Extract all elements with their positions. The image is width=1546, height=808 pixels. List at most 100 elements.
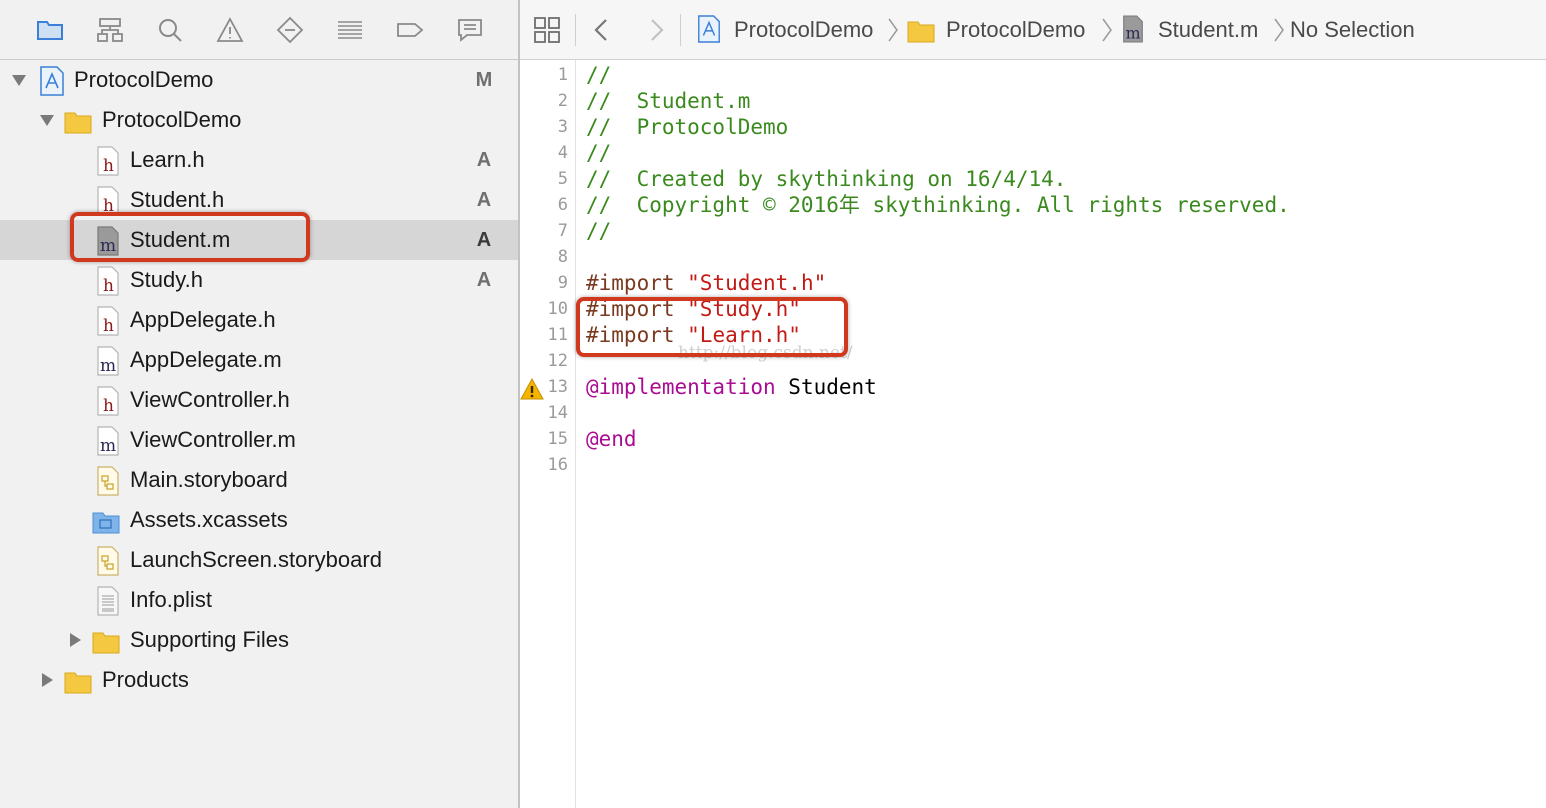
tree-row-study-h[interactable]: h Study.h A xyxy=(0,260,518,300)
tree-item-label: Student.m xyxy=(130,227,231,252)
related-items-grid-icon[interactable] xyxy=(532,15,562,45)
tree-item-label: Assets.xcassets xyxy=(130,507,288,532)
tree-row-assets[interactable]: Assets.xcassets xyxy=(0,500,518,540)
tree-row-products[interactable]: Products xyxy=(0,660,518,700)
tree-item-label: LaunchScreen.storyboard xyxy=(130,547,382,572)
tree-row-viewcontroller-m[interactable]: m ViewController.m xyxy=(0,420,518,460)
tree-item-label: AppDelegate.m xyxy=(130,347,282,372)
tree-row-supporting-files[interactable]: Supporting Files xyxy=(0,620,518,660)
line-number: 7 xyxy=(557,221,568,241)
forward-chevron-icon[interactable] xyxy=(644,16,668,44)
line-number: 10 xyxy=(547,299,568,319)
line-number: 4 xyxy=(557,143,568,163)
scm-status-badge: A xyxy=(476,189,492,211)
back-chevron-icon[interactable] xyxy=(590,16,614,44)
breadcrumb-separator-icon xyxy=(1100,16,1114,44)
tree-row-info-plist[interactable]: Info.plist xyxy=(0,580,518,620)
code-token: // xyxy=(586,141,612,165)
tree-row-student-m[interactable]: m Student.m A xyxy=(0,220,518,260)
project-navigator: ProtocolDemo M ProtocolDemo h Learn.h A … xyxy=(0,0,518,808)
storyboard-file-icon xyxy=(94,546,122,576)
implementation-file-icon: m xyxy=(94,426,122,456)
xcode-project-icon xyxy=(38,66,66,96)
tree-row-student-h[interactable]: h Student.h A xyxy=(0,180,518,220)
code-token: @implementation xyxy=(586,375,776,399)
code-line: // xyxy=(586,218,611,244)
line-number: 12 xyxy=(547,351,568,371)
tree-row-appdelegate-h[interactable]: h AppDelegate.h xyxy=(0,300,518,340)
warning-icon[interactable] xyxy=(520,377,544,400)
svg-text:h: h xyxy=(103,196,114,216)
asset-catalog-icon xyxy=(92,506,120,536)
scm-status-badge: A xyxy=(476,229,492,251)
breadcrumb-group[interactable]: ProtocolDemo xyxy=(946,16,1085,44)
line-number: 15 xyxy=(547,429,568,449)
code-token: // xyxy=(586,219,612,243)
tree-row-group-protocoldemo[interactable]: ProtocolDemo xyxy=(0,100,518,140)
folder-icon xyxy=(64,106,92,136)
navigator-toolbar xyxy=(0,0,518,60)
code-line: // ProtocolDemo xyxy=(586,114,788,140)
breakpoint-diamond-icon[interactable] xyxy=(274,14,306,46)
disclosure-closed-icon[interactable] xyxy=(66,631,84,649)
code-line: #import "Student.h" xyxy=(586,270,826,296)
line-number: 5 xyxy=(557,169,568,189)
hierarchy-icon[interactable] xyxy=(94,14,126,46)
tree-row-viewcontroller-h[interactable]: h ViewController.h xyxy=(0,380,518,420)
svg-text:h: h xyxy=(103,316,114,336)
tree-item-label: Supporting Files xyxy=(130,627,289,652)
tree-item-label: AppDelegate.h xyxy=(130,307,276,332)
code-token: #import xyxy=(586,271,688,295)
code-text-area[interactable]: //// Student.m// ProtocolDemo//// Create… xyxy=(586,60,1536,808)
folder-icon xyxy=(906,15,936,45)
storyboard-file-icon xyxy=(94,466,122,496)
code-token: Student xyxy=(775,375,877,399)
tree-row-launchscreen[interactable]: LaunchScreen.storyboard xyxy=(0,540,518,580)
tag-icon[interactable] xyxy=(394,14,426,46)
list-icon[interactable] xyxy=(334,14,366,46)
header-file-icon: h xyxy=(94,146,122,176)
tree-item-label: Student.h xyxy=(130,187,225,212)
folder-icon[interactable] xyxy=(34,14,66,46)
line-number-gutter: 1 2 3 4 5 6 7 8 9 10 11 12 13 14 15 16 xyxy=(520,60,576,808)
code-token: // ProtocolDemo xyxy=(586,115,789,139)
svg-text:m: m xyxy=(100,436,116,456)
warning-icon[interactable] xyxy=(214,14,246,46)
line-number: 2 xyxy=(557,91,568,111)
source-editor: ProtocolDemo ProtocolDemo m Student.m No… xyxy=(520,0,1546,808)
code-token: "Student.h" xyxy=(687,271,827,295)
code-token: // Copyright © 2016年 skythinking. All ri… xyxy=(586,193,1290,217)
svg-text:h: h xyxy=(103,396,114,416)
disclosure-open-icon[interactable] xyxy=(10,71,28,89)
tree-row-main-storyboard[interactable]: Main.storyboard xyxy=(0,460,518,500)
breadcrumb-file[interactable]: Student.m xyxy=(1158,16,1258,44)
separator xyxy=(680,14,681,46)
code-line: // xyxy=(586,62,611,88)
breadcrumb-symbol[interactable]: No Selection xyxy=(1290,16,1415,44)
header-file-icon: h xyxy=(94,386,122,416)
breadcrumb-separator-icon xyxy=(1272,16,1286,44)
code-line: // xyxy=(586,140,611,166)
breadcrumb-separator-icon xyxy=(886,16,900,44)
breadcrumb-project[interactable]: ProtocolDemo xyxy=(734,16,873,44)
disclosure-closed-icon[interactable] xyxy=(38,671,56,689)
tree-row-project[interactable]: ProtocolDemo M xyxy=(0,60,518,100)
plist-file-icon xyxy=(94,586,122,616)
separator xyxy=(575,14,576,46)
tree-row-appdelegate-m[interactable]: m AppDelegate.m xyxy=(0,340,518,380)
scm-status-badge: A xyxy=(476,269,492,291)
line-number: 16 xyxy=(547,455,568,475)
tree-row-learn-h[interactable]: h Learn.h A xyxy=(0,140,518,180)
header-file-icon: h xyxy=(94,186,122,216)
speech-bubble-icon[interactable] xyxy=(454,14,486,46)
search-icon[interactable] xyxy=(154,14,186,46)
line-number: 8 xyxy=(557,247,568,267)
tree-item-label: ViewController.m xyxy=(130,427,296,452)
disclosure-open-icon[interactable] xyxy=(38,111,56,129)
line-number: 3 xyxy=(557,117,568,137)
scm-status-badge: M xyxy=(475,69,493,91)
line-number: 11 xyxy=(547,325,568,345)
tree-item-label: Main.storyboard xyxy=(130,467,288,492)
tree-item-label: Products xyxy=(102,667,189,692)
code-token: #import xyxy=(586,297,688,321)
